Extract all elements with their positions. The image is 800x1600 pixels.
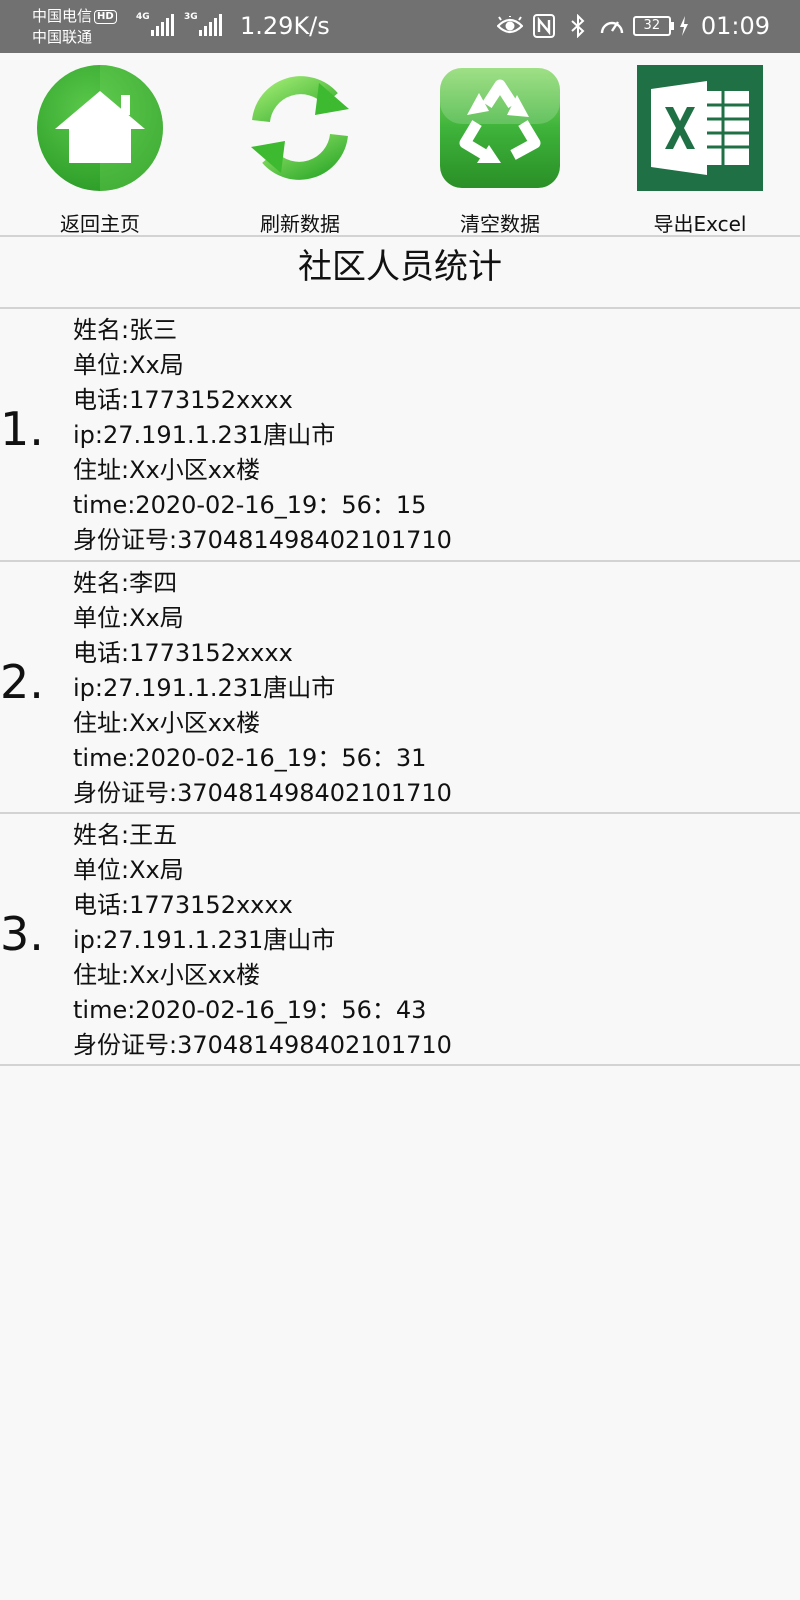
record-name: 姓名:王五: [73, 821, 178, 849]
page-title: 社区人员统计: [298, 247, 502, 287]
signal-4g-tag: 4G: [136, 12, 150, 22]
home-button-label: 返回主页: [60, 212, 140, 236]
record-item[interactable]: 1. 姓名:张三 单位:Xx局 电话:1773152xxxx ip:27.191…: [0, 309, 800, 561]
record-ip: ip:27.191.1.231唐山市: [73, 421, 336, 449]
record-time: time:2020-02-16_19：56：43: [73, 996, 427, 1024]
carrier-2: 中国联通: [32, 28, 93, 46]
carrier-info: 中国电信 HD 中国联通: [32, 6, 117, 48]
record-unit: 单位:Xx局: [73, 856, 184, 884]
status-bar: 中国电信 HD 中国联通 4G 3G 1.29K/s 32 01:09: [0, 0, 800, 53]
record-address: 住址:Xx小区xx楼: [73, 961, 261, 989]
record-phone: 电话:1773152xxxx: [73, 386, 293, 414]
battery-icon: 32: [632, 16, 674, 36]
status-icons: 32 01:09: [496, 10, 770, 42]
record-index: 1.: [0, 402, 44, 456]
export-excel-button-label: 导出Excel: [653, 212, 747, 236]
record-address: 住址:Xx小区xx楼: [73, 709, 261, 737]
record-address: 住址:Xx小区xx楼: [73, 456, 261, 484]
recycle-icon: [437, 65, 563, 191]
record-item[interactable]: 2. 姓名:李四 单位:Xx局 电话:1773152xxxx ip:27.191…: [0, 562, 800, 814]
record-unit: 单位:Xx局: [73, 351, 184, 379]
record-ip: ip:27.191.1.231唐山市: [73, 674, 336, 702]
record-id-number: 身份证号:370481498402101710: [73, 526, 452, 554]
export-excel-button[interactable]: 导出Excel: [600, 65, 800, 236]
clear-button[interactable]: 清空数据: [400, 65, 600, 236]
refresh-button[interactable]: 刷新数据: [200, 65, 400, 236]
record-name: 姓名:李四: [73, 569, 178, 597]
record-index: 3.: [0, 907, 44, 961]
hd-badge: HD: [94, 10, 117, 24]
signal-indicators: 4G 3G: [136, 12, 224, 38]
signal-3g-icon: 3G: [184, 12, 224, 38]
record-id-number: 身份证号:370481498402101710: [73, 1031, 452, 1059]
record-fields: 姓名:张三 单位:Xx局 电话:1773152xxxx ip:27.191.1.…: [73, 313, 452, 558]
signal-4g-icon: 4G: [136, 12, 176, 38]
charging-icon: [679, 13, 689, 39]
nfc-icon: [531, 13, 557, 39]
toolbar: 返回主页 刷新数据 清空数据 导出Excel: [0, 53, 800, 236]
record-time: time:2020-02-16_19：56：31: [73, 744, 427, 772]
refresh-icon: [237, 65, 363, 191]
eye-comfort-icon: [496, 13, 523, 39]
record-unit: 单位:Xx局: [73, 604, 184, 632]
clock: 01:09: [700, 12, 770, 40]
refresh-button-label: 刷新数据: [260, 212, 340, 236]
bluetooth-icon: [565, 13, 591, 39]
record-time: time:2020-02-16_19：56：15: [73, 491, 427, 519]
record-phone: 电话:1773152xxxx: [73, 639, 293, 667]
signal-3g-tag: 3G: [184, 12, 198, 22]
record-item[interactable]: 3. 姓名:王五 单位:Xx局 电话:1773152xxxx ip:27.191…: [0, 814, 800, 1066]
record-fields: 姓名:李四 单位:Xx局 电话:1773152xxxx ip:27.191.1.…: [73, 566, 452, 811]
home-icon: [37, 65, 163, 191]
record-index: 2.: [0, 655, 44, 709]
record-phone: 电话:1773152xxxx: [73, 891, 293, 919]
record-name: 姓名:张三: [73, 316, 178, 344]
excel-icon: [637, 65, 763, 191]
carrier-1: 中国电信: [32, 7, 93, 25]
net-speed: 1.29K/s: [240, 12, 330, 40]
clear-button-label: 清空数据: [460, 212, 540, 236]
record-ip: ip:27.191.1.231唐山市: [73, 926, 336, 954]
record-id-number: 身份证号:370481498402101710: [73, 779, 452, 807]
home-button[interactable]: 返回主页: [0, 65, 200, 236]
record-fields: 姓名:王五 单位:Xx局 电话:1773152xxxx ip:27.191.1.…: [73, 818, 452, 1063]
speed-gauge-icon: [599, 13, 625, 39]
record-divider: [0, 1064, 800, 1066]
